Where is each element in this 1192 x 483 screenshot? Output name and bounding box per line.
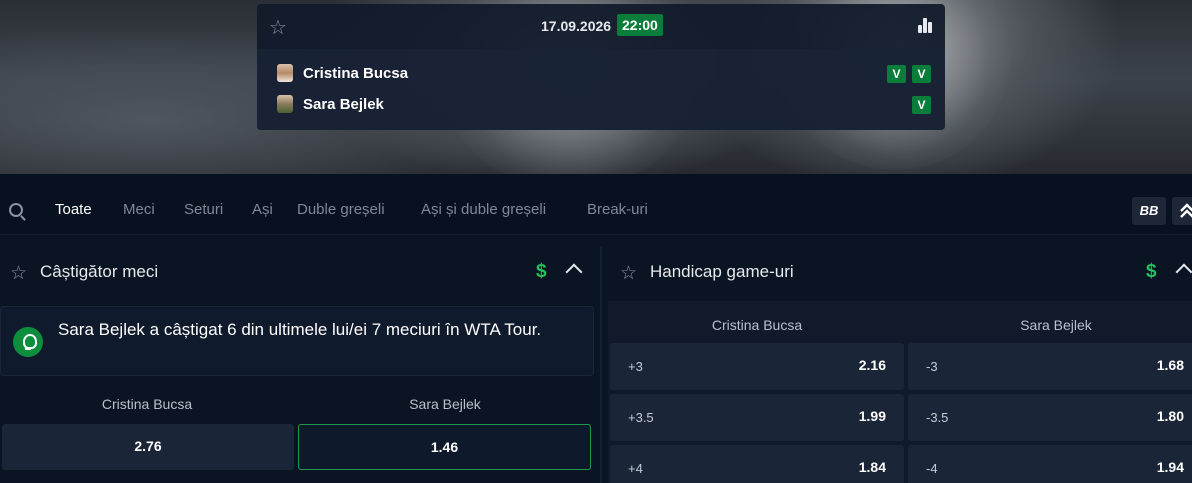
tab-seturi[interactable]: Seturi (184, 201, 223, 218)
handicap-odd-button[interactable]: +4 1.84 (610, 445, 904, 483)
form-badge: V (887, 65, 906, 83)
dollar-icon[interactable]: $ (1146, 261, 1157, 283)
dollar-icon[interactable]: $ (536, 261, 547, 283)
handicap-table: Cristina Bucsa Sara Bejlek +3 2.16 -3 1.… (608, 301, 1192, 483)
tab-asi-si-duble-greseli[interactable]: Ași și duble greșeli (421, 201, 546, 218)
handicap-line: -4 (926, 461, 938, 476)
tab-duble-greseli[interactable]: Duble greșeli (297, 201, 385, 218)
handicap-odd-button[interactable]: +3 2.16 (610, 343, 904, 390)
chevron-up-icon[interactable] (565, 263, 583, 281)
player-name: Cristina Bucsa (303, 64, 409, 82)
handicap-line: +4 (628, 461, 643, 476)
handicap-odd-button[interactable]: -4 1.94 (908, 445, 1192, 483)
insight-text: Sara Bejlek a câștigat 6 din ultimele lu… (58, 320, 542, 339)
insight-box: Sara Bejlek a câștigat 6 din ultimele lu… (0, 306, 594, 376)
handicap-odd-button[interactable]: -3.5 1.80 (908, 394, 1192, 441)
column-header: Sara Bejlek (409, 396, 481, 412)
tab-break-uri[interactable]: Break-uri (587, 201, 648, 218)
tab-toate[interactable]: Toate (55, 201, 92, 218)
handicap-odd: 1.99 (858, 408, 886, 424)
bet-builder-button[interactable]: BB (1132, 197, 1166, 225)
handicap-odd: 1.84 (858, 459, 886, 475)
collapse-all-button[interactable] (1172, 197, 1192, 225)
tab-asi[interactable]: Ași (252, 201, 273, 218)
player-avatar (277, 64, 293, 82)
chevron-up-icon[interactable] (1175, 263, 1192, 281)
favorite-star-icon[interactable]: ☆ (620, 262, 637, 285)
game-handicap-market: ☆ Handicap game-uri $ Cristina Bucsa Sar… (604, 247, 1192, 483)
column-header: Cristina Bucsa (101, 396, 193, 412)
player-name: Sara Bejlek (303, 95, 384, 113)
odd-button[interactable]: 2.76 (2, 424, 294, 470)
handicap-line: +3.5 (628, 410, 654, 425)
lightbulb-icon (13, 327, 43, 357)
form-badge: V (912, 65, 931, 83)
handicap-line: -3.5 (926, 410, 949, 425)
odd-button-selected[interactable]: 1.46 (298, 424, 591, 470)
match-winner-market: ☆ Câștigător meci $ Sara Bejlek a câștig… (0, 247, 600, 483)
search-icon[interactable] (9, 203, 23, 217)
handicap-line: +3 (628, 359, 643, 374)
match-card: ☆ 17.09.2026 22:00 Cristina Bucsa V V Sa… (257, 4, 945, 130)
match-players: Cristina Bucsa V V Sara Bejlek V (257, 49, 945, 130)
market-filter-bar: Toate Meci Seturi Ași Duble greșeli Ași … (0, 174, 1192, 235)
stats-icon[interactable] (918, 18, 932, 33)
column-header: Cristina Bucsa (711, 317, 803, 333)
match-date: 17.09.2026 (541, 18, 612, 34)
favorite-star-icon[interactable]: ☆ (269, 15, 287, 40)
handicap-odd: 1.80 (1156, 408, 1184, 424)
market-title: Handicap game-uri (650, 262, 794, 281)
favorite-star-icon[interactable]: ☆ (10, 262, 27, 285)
handicap-odd-button[interactable]: -3 1.68 (908, 343, 1192, 390)
handicap-odd: 1.94 (1156, 459, 1184, 475)
match-time-badge: 22:00 (617, 14, 663, 36)
handicap-odd: 1.68 (1156, 357, 1184, 373)
double-chevron-up-icon (1180, 203, 1192, 218)
match-card-header: ☆ 17.09.2026 22:00 (257, 4, 945, 49)
player-row-1[interactable]: Cristina Bucsa (277, 64, 408, 82)
column-header: Sara Bejlek (1020, 317, 1092, 333)
tab-meci[interactable]: Meci (123, 201, 155, 218)
player-avatar (277, 95, 293, 113)
player-row-2[interactable]: Sara Bejlek (277, 95, 384, 113)
handicap-odd-button[interactable]: +3.5 1.99 (610, 394, 904, 441)
market-title: Câștigător meci (40, 262, 159, 281)
match-hero-banner: ☆ 17.09.2026 22:00 Cristina Bucsa V V Sa… (0, 0, 1192, 174)
form-badge: V (912, 96, 931, 114)
panel-divider (600, 247, 602, 483)
handicap-odd: 2.16 (858, 357, 886, 373)
handicap-line: -3 (926, 359, 938, 374)
